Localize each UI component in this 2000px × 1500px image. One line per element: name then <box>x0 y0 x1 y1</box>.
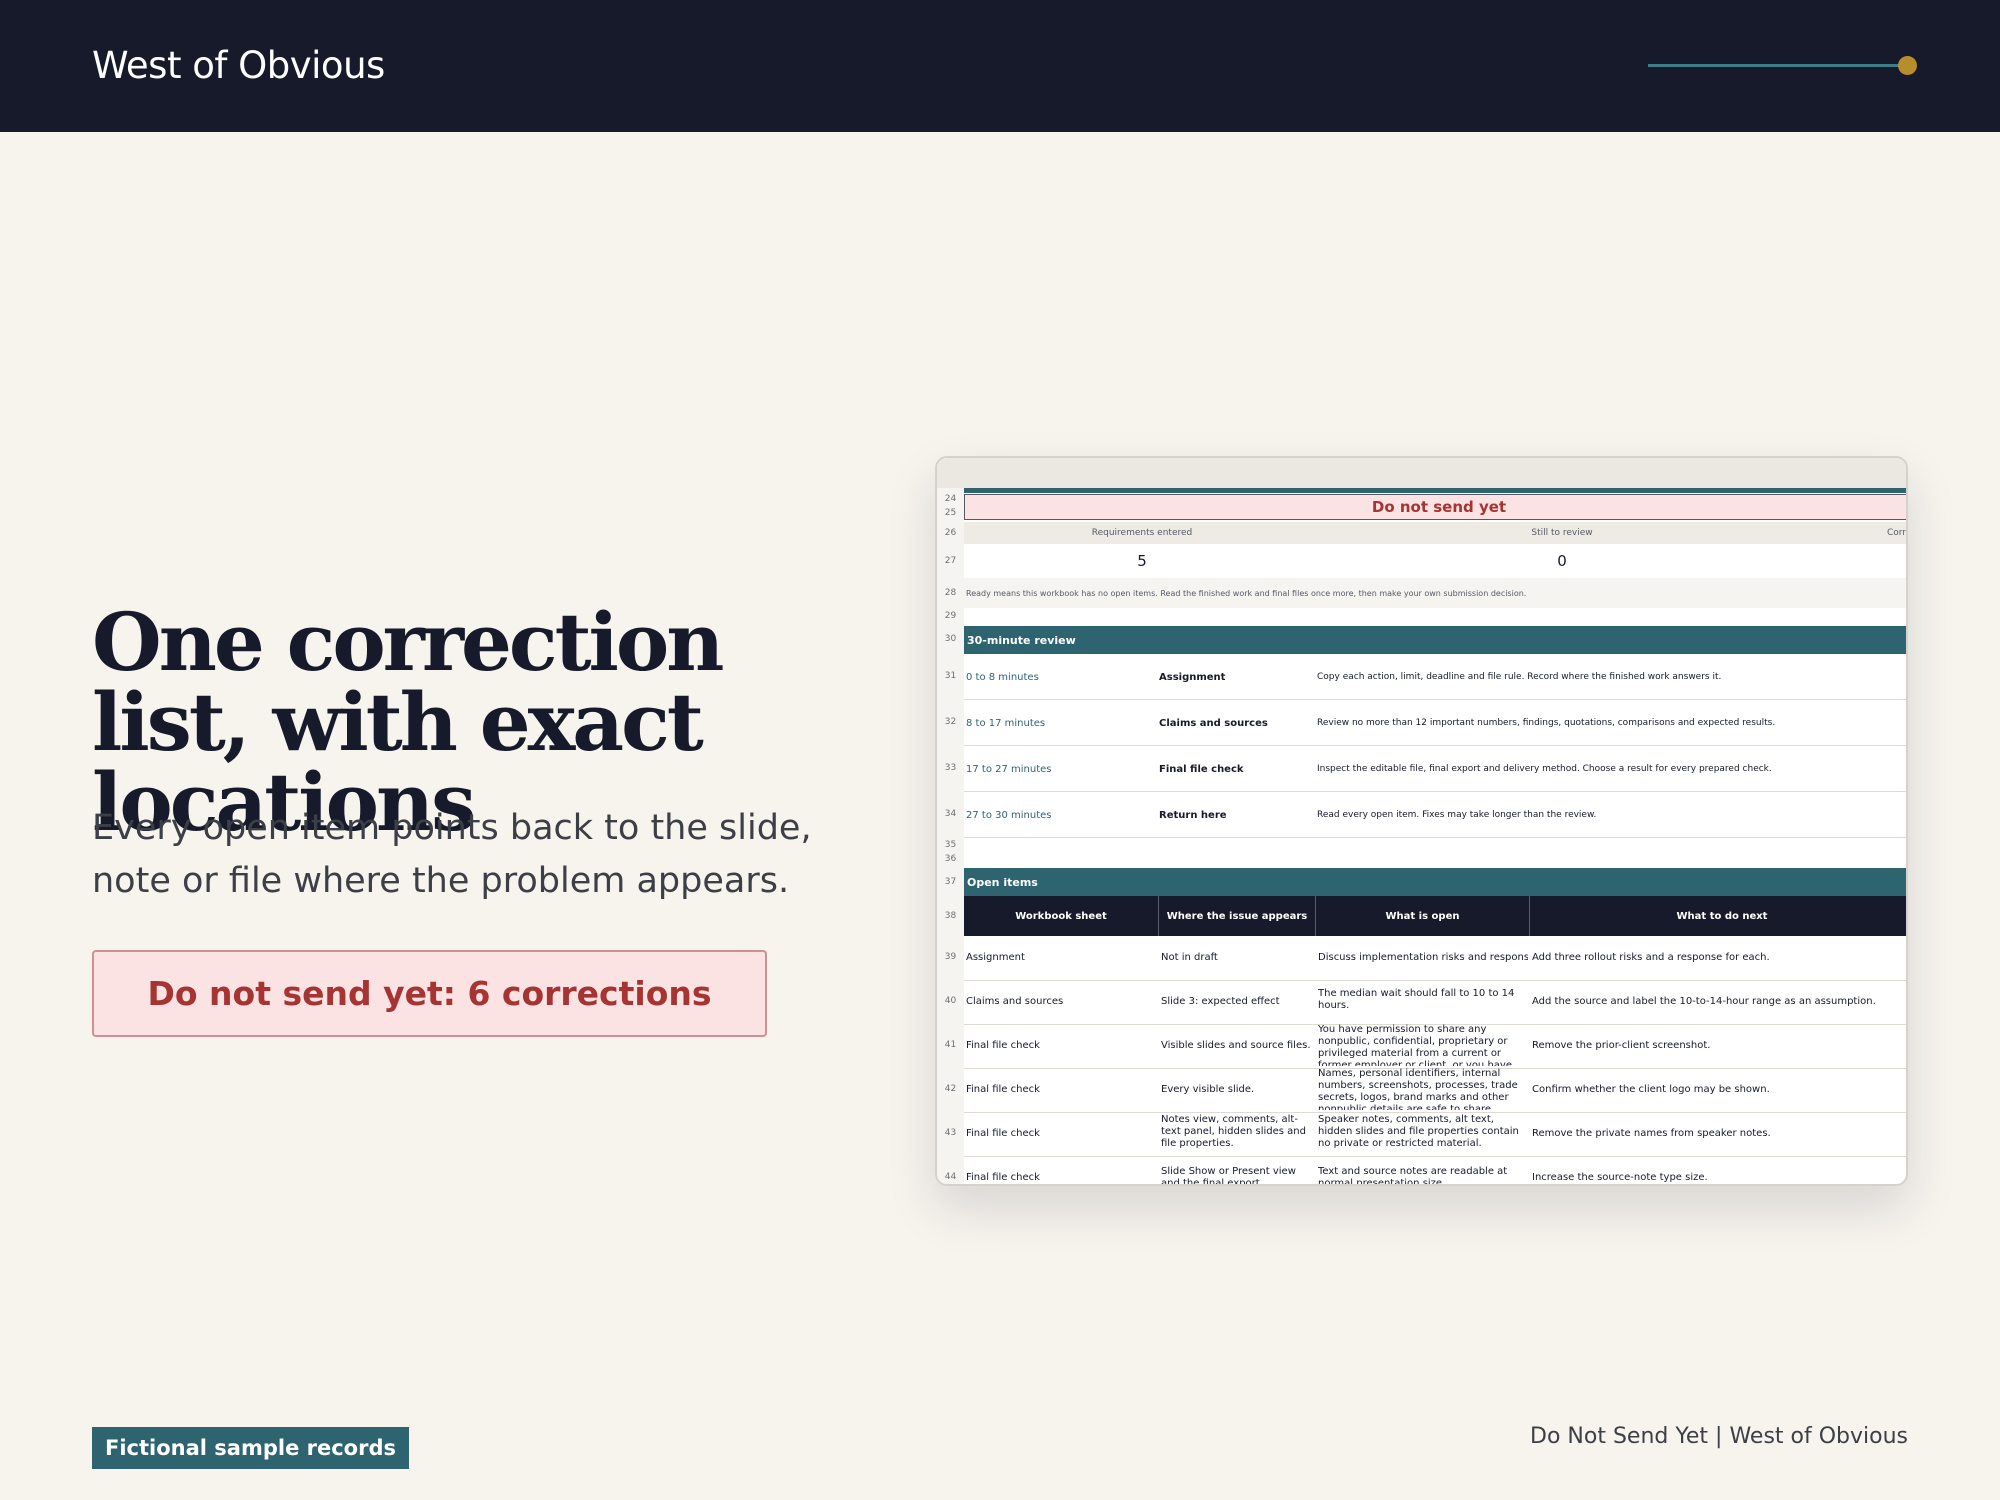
row-divider <box>964 791 1906 792</box>
sheet-status-banner-text: Do not send yet <box>1371 498 1507 516</box>
cell-sheet: Assignment <box>966 952 1025 963</box>
row-divider <box>964 745 1906 746</box>
cell-open: Text and source notes are readable at no… <box>1318 1166 1508 1186</box>
open-items-section-title: Open items <box>967 875 1038 889</box>
cell-sheet: Final file check <box>966 1172 1040 1183</box>
review-task[interactable]: Return here <box>1159 810 1227 821</box>
footer-credit: Do Not Send Yet | West of Obvious <box>1530 1424 1908 1449</box>
row-number: 26 <box>944 528 957 538</box>
cell-where: Visible slides and source files. <box>1161 1040 1311 1051</box>
accent-line <box>1648 64 1906 67</box>
row-number: 36 <box>944 854 957 864</box>
cell-open: You have permission to share any nonpubl… <box>1318 1024 1512 1066</box>
cell-open: Speaker notes, comments, alt text, hidde… <box>1318 1114 1519 1149</box>
column-header-what-is-open[interactable]: What is open <box>1316 896 1530 936</box>
cell-open: Names, personal identifiers, internal nu… <box>1318 1068 1518 1110</box>
cell-where: Slide Show or Present view and the final… <box>1161 1166 1296 1186</box>
review-time[interactable]: 8 to 17 minutes <box>966 718 1045 729</box>
cell-sheet: Final file check <box>966 1040 1040 1051</box>
cell-next: Add three rollout risks and a response f… <box>1532 952 1770 963</box>
row-number: 27 <box>944 556 957 566</box>
open-items-section-header[interactable]: Open items <box>964 868 1906 896</box>
row-divider <box>964 699 1906 700</box>
column-header-what-to-do-next[interactable]: What to do next <box>1530 896 1906 936</box>
row-number: 39 <box>944 952 957 962</box>
spreadsheet-screenshot: 24 25 26 27 28 29 30 31 32 33 34 35 36 3… <box>935 456 1908 1186</box>
row-number: 43 <box>944 1128 957 1138</box>
column-header-where[interactable]: Where the issue appears <box>1159 896 1316 936</box>
review-section-header[interactable]: 30-minute review <box>964 626 1906 654</box>
row-divider <box>964 837 1906 838</box>
status-badge-text: Do not send yet: 6 corrections <box>147 974 712 1013</box>
sample-records-tag: Fictional sample records <box>92 1427 409 1469</box>
row-number: 25 <box>944 508 957 518</box>
row-number: 35 <box>944 840 957 850</box>
cell-open: The median wait should fall to 10 to 14 … <box>1318 988 1515 1011</box>
row-divider <box>964 1156 1906 1157</box>
sheet-toolbar <box>937 458 1906 488</box>
row-divider <box>964 980 1906 981</box>
row-number: 41 <box>944 1040 957 1050</box>
page-subtitle: Every open item points back to the slide… <box>92 808 812 901</box>
review-section-title: 30-minute review <box>967 633 1076 647</box>
cell-sheet: Final file check <box>966 1084 1040 1095</box>
stat-label-requirements: Requirements entered <box>1091 528 1193 538</box>
cell-next: Remove the private names from speaker no… <box>1532 1128 1771 1139</box>
cell-open: Discuss implementation risks and respons… <box>1318 952 1528 963</box>
cell-where: Notes view, comments, alt-text panel, hi… <box>1161 1114 1306 1149</box>
brand-name: West of Obvious <box>92 44 385 87</box>
sheet-top-rule <box>964 488 1906 493</box>
cell-sheet: Final file check <box>966 1128 1040 1139</box>
row-number: 33 <box>944 763 957 773</box>
row-divider <box>964 1112 1906 1113</box>
row-number: 28 <box>944 588 957 598</box>
review-time[interactable]: 17 to 27 minutes <box>966 764 1052 775</box>
cell-where: Every visible slide. <box>1161 1084 1255 1095</box>
cell-next: Add the source and label the 10-to-14-ho… <box>1532 996 1876 1007</box>
stat-value-requirements[interactable]: 5 <box>1037 552 1247 570</box>
review-time[interactable]: 0 to 8 minutes <box>966 672 1039 683</box>
top-bar: West of Obvious <box>0 0 2000 132</box>
row-number: 38 <box>944 911 957 921</box>
row-number: 40 <box>944 996 957 1006</box>
review-task[interactable]: Assignment <box>1159 672 1225 683</box>
review-detail[interactable]: Copy each action, limit, deadline and fi… <box>1317 672 1906 682</box>
status-badge: Do not send yet: 6 corrections <box>92 950 767 1037</box>
cell-where: Slide 3: expected effect <box>1161 996 1280 1007</box>
review-detail[interactable]: Read every open item. Fixes may take lon… <box>1317 810 1906 820</box>
row-number: 42 <box>944 1084 957 1094</box>
review-task[interactable]: Claims and sources <box>1159 718 1268 729</box>
stat-label-still-to-review: Still to review <box>1531 528 1593 538</box>
sheet-status-banner[interactable]: Do not send yet <box>964 494 1906 520</box>
accent-dot-icon <box>1898 56 1917 75</box>
cell-sheet: Claims and sources <box>966 996 1064 1007</box>
stat-label-corrections: Corr <box>1887 528 1907 538</box>
review-time[interactable]: 27 to 30 minutes <box>966 810 1052 821</box>
stat-value-still-to-review[interactable]: 0 <box>1457 552 1667 570</box>
cell-where: Not in draft <box>1161 952 1218 963</box>
cell-next: Confirm whether the client logo may be s… <box>1532 1084 1770 1095</box>
row-number: 30 <box>944 634 957 644</box>
row-number: 37 <box>944 877 957 887</box>
review-detail[interactable]: Review no more than 12 important numbers… <box>1317 718 1906 728</box>
row-number: 24 <box>944 494 957 504</box>
row-number: 44 <box>944 1172 957 1182</box>
review-task[interactable]: Final file check <box>1159 764 1244 775</box>
row-number: 29 <box>944 611 957 621</box>
review-detail[interactable]: Inspect the editable file, final export … <box>1317 764 1906 774</box>
cell-next: Remove the prior-client screenshot. <box>1532 1040 1711 1051</box>
row-number: 31 <box>944 671 957 681</box>
column-header-workbook-sheet[interactable]: Workbook sheet <box>964 896 1159 936</box>
cell-next: Increase the source-note type size. <box>1532 1172 1708 1183</box>
row-number: 34 <box>944 809 957 819</box>
ready-note[interactable]: Ready means this workbook has no open it… <box>966 589 1866 598</box>
row-number: 32 <box>944 717 957 727</box>
